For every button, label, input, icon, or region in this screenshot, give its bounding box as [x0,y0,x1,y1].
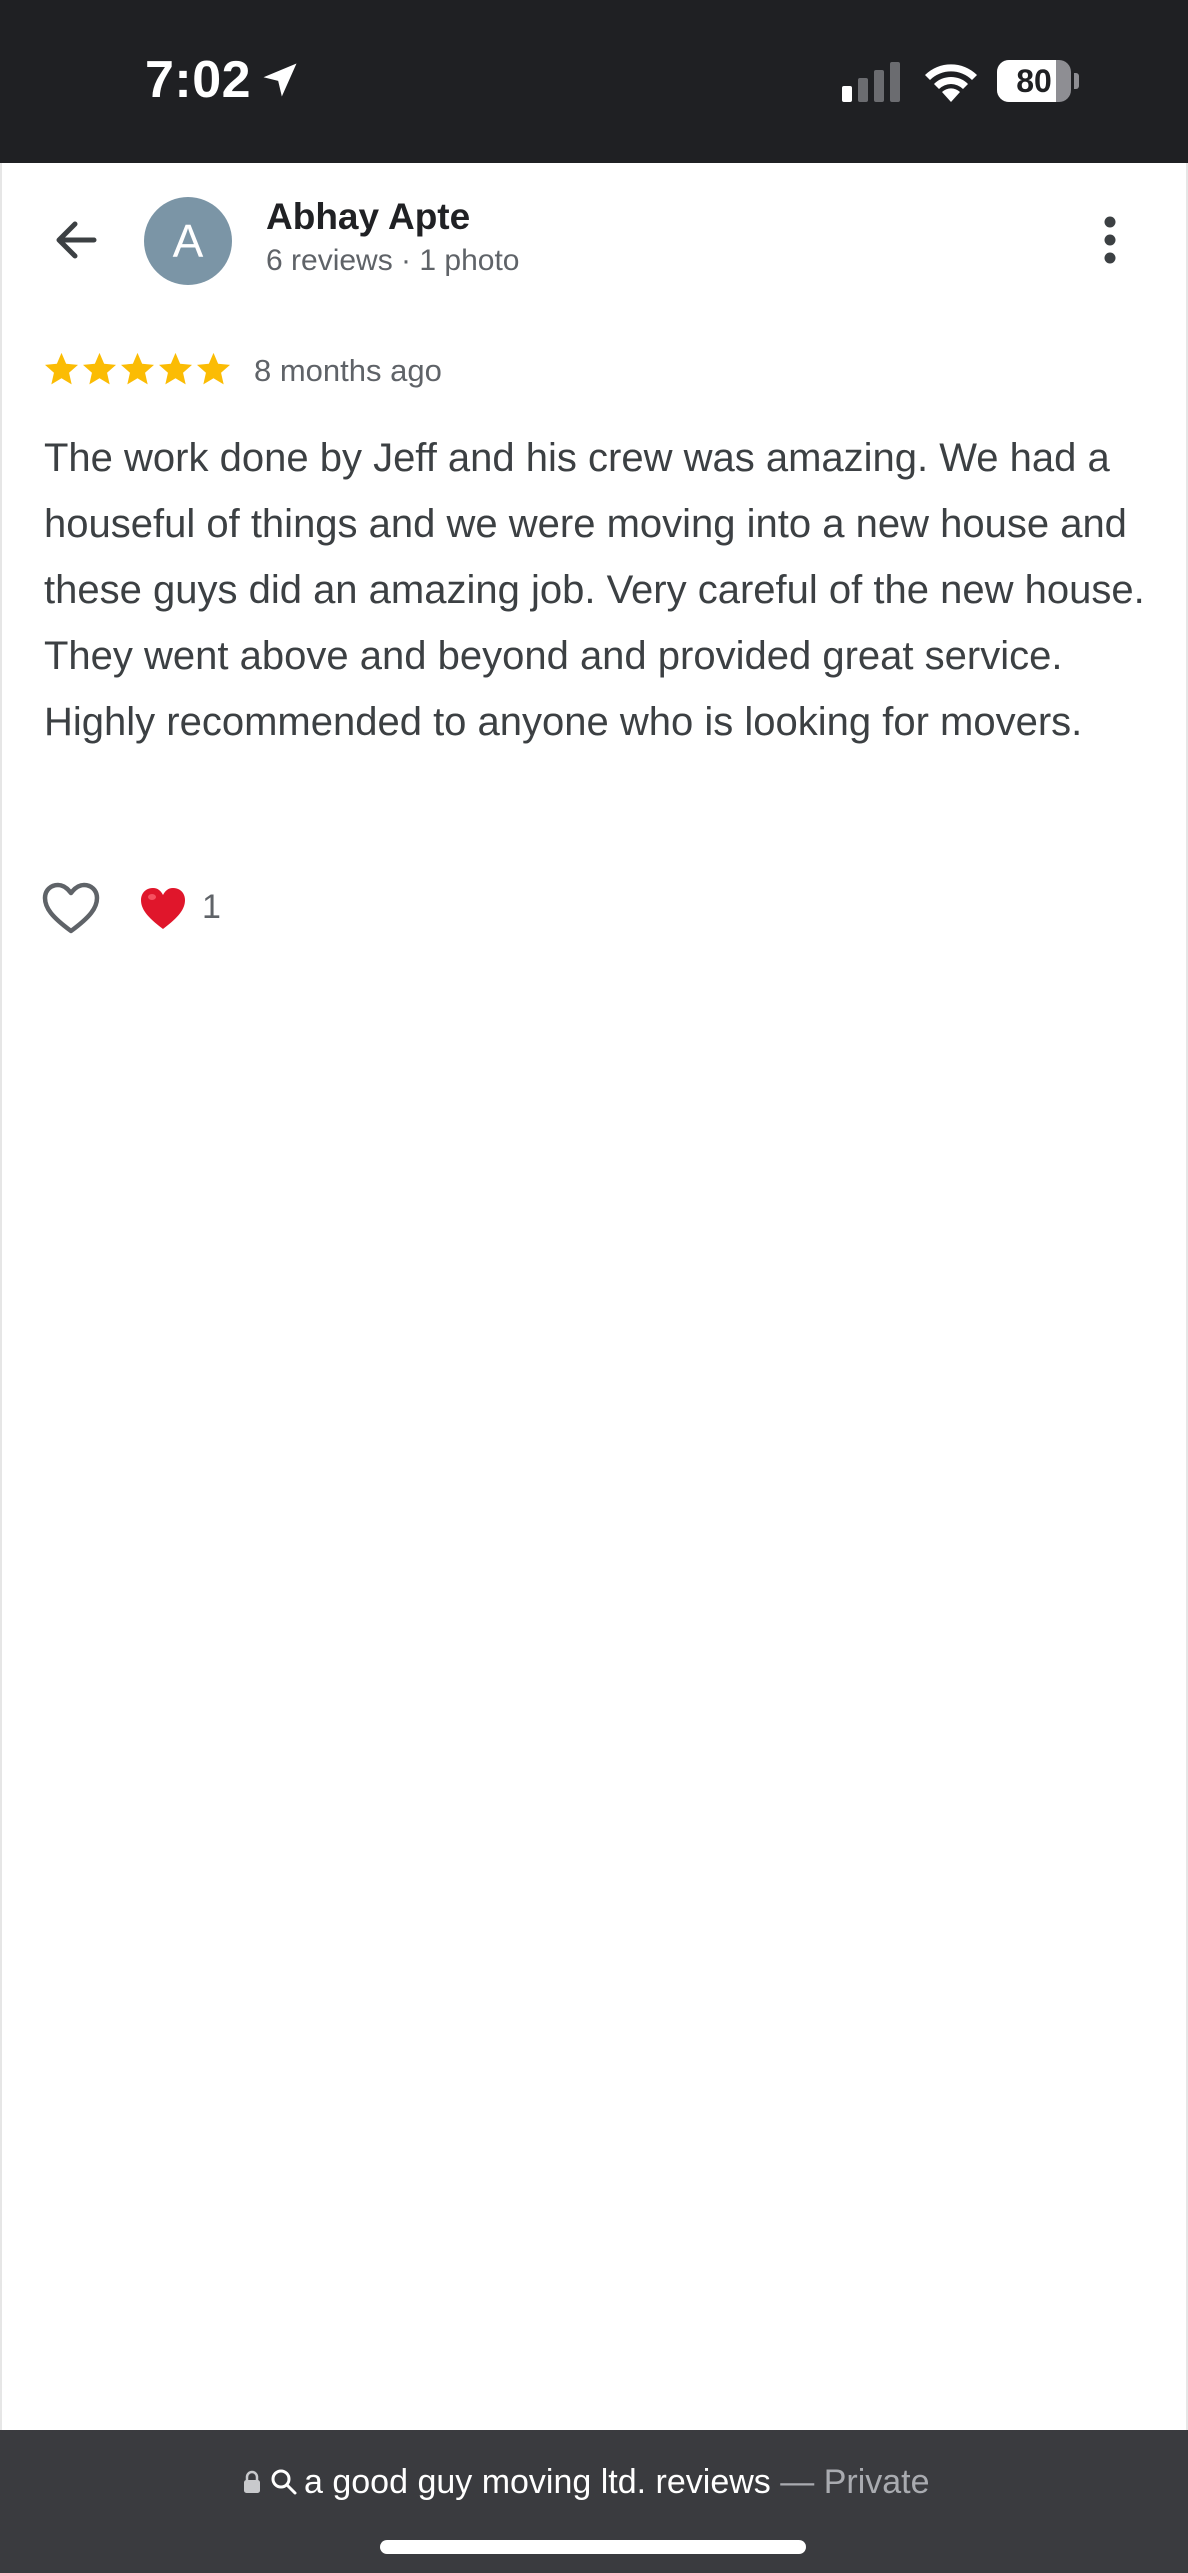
page-edge-left [0,163,2,2430]
search-query: a good guy moving ltd. reviews [304,2463,771,2501]
star-icon [83,352,116,385]
location-arrow-icon [263,63,297,97]
review-text: The work done by Jeff and his crew was a… [44,436,1145,744]
search-icon [271,2469,297,2495]
home-indicator[interactable] [380,2540,806,2554]
wifi-icon [925,64,977,102]
separator: — [770,2463,824,2501]
battery-percent: 80 [1016,63,1052,99]
reaction-count: 1 [202,888,221,926]
address-bar-text[interactable]: a good guy moving ltd. reviews — Private [304,2463,930,2502]
star-icon [45,352,78,385]
reviewer-name[interactable]: Abhay Apte [266,196,470,238]
back-arrow-icon[interactable] [44,207,110,273]
avatar[interactable]: A [144,197,232,285]
star-icon [197,352,230,385]
lock-icon [244,2470,260,2493]
battery-icon: 80 [997,60,1079,102]
private-label: Private [823,2463,930,2501]
review-date: 8 months ago [254,353,442,388]
star-rating [43,349,232,391]
red-heart-icon[interactable] [138,884,188,934]
status-time: 7:02 [145,51,252,109]
star-icon [121,352,154,385]
reviewer-meta: 6 reviews · 1 photo [266,244,520,277]
cellular-signal-icon [842,62,900,102]
battery-body: 80 [997,60,1071,102]
more-vert-icon[interactable] [1090,210,1130,270]
battery-cap [1074,73,1079,89]
heart-outline-icon[interactable] [40,880,102,936]
star-icon [159,352,192,385]
